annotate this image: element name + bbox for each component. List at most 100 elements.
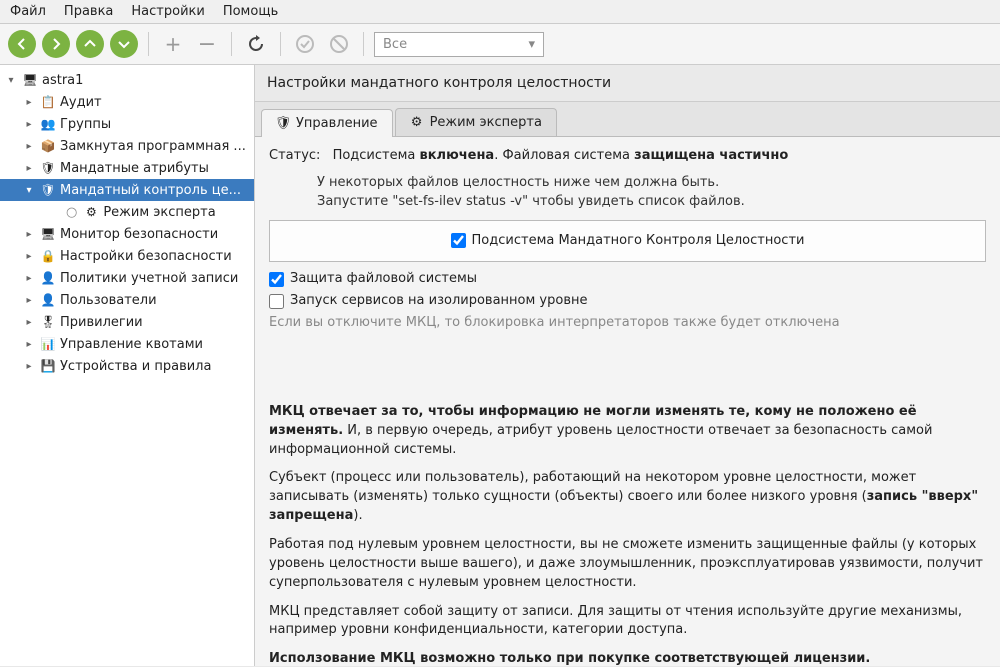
tree-item-label: Замкнутая программная ... [60,139,246,154]
checkbox-subsystem[interactable]: Подсистема Мандатного Контроля Целостнос… [280,232,975,251]
content-title: Настройки мандатного контроля целостност… [255,65,1000,102]
separator [280,32,281,56]
status-value: Подсистема включена. Файловая система за… [333,148,789,163]
tree-item[interactable]: ▸ 🖥 Монитор безопасности [0,223,254,245]
filter-dropdown-value: Все [383,37,407,52]
computer-icon: 🖥 [22,72,38,88]
chevron-down-icon: ▾ [528,37,535,52]
tree-item[interactable]: ▸ 💾 Устройства и правила [0,355,254,377]
refresh-button[interactable] [242,30,270,58]
checkbox-label: Защита файловой системы [290,270,477,289]
nav-forward-button[interactable] [42,30,70,58]
tree-item-icon: 💾 [40,358,56,374]
tree-item-label: Привилегии [60,315,143,330]
tab-label: Режим эксперта [430,115,542,130]
toolbar: + − Все ▾ [0,24,1000,65]
tree-item-icon: 📊 [40,336,56,352]
expander-icon[interactable]: ▾ [22,185,36,196]
checkbox-fs-protection[interactable]: Защита файловой системы [269,270,986,289]
tree-item-icon: 🖥 [40,226,56,242]
expander-icon[interactable]: ▸ [22,163,36,174]
separator [148,32,149,56]
tree-item-label: Монитор безопасности [60,227,218,242]
menu-settings[interactable]: Настройки [131,4,204,19]
checkbox-label: Запуск сервисов на изолированном уровне [290,292,587,311]
accept-button[interactable] [291,30,319,58]
expander-icon[interactable]: ▸ [22,97,36,108]
tab-expert[interactable]: ⚙ Режим эксперта [395,108,557,136]
tree-item-label: Пользователи [60,293,157,308]
checkbox-input[interactable] [269,294,284,309]
filter-dropdown[interactable]: Все ▾ [374,32,544,57]
tree-root-label: astra1 [42,73,83,88]
tree-item-icon: 👤 [40,292,56,308]
expander-icon[interactable]: ▸ [22,361,36,372]
nav-back-button[interactable] [8,30,36,58]
menu-file[interactable]: Файл [10,4,46,19]
expander-icon[interactable]: ▸ [22,229,36,240]
tree-item-icon: 📋 [40,94,56,110]
tree-item-icon: 👥 [40,116,56,132]
tree-item-label: Управление квотами [60,337,203,352]
expander-icon[interactable]: ▸ [22,317,36,328]
subsystem-box: Подсистема Мандатного Контроля Целостнос… [269,220,986,263]
menubar: Файл Правка Настройки Помощь [0,0,1000,24]
expander-icon[interactable]: ▸ [22,295,36,306]
checkbox-isolated-services[interactable]: Запуск сервисов на изолированном уровне [269,292,986,311]
tree-item-label: Аудит [60,95,102,110]
expander-icon[interactable]: ▸ [22,339,36,350]
expander-icon[interactable]: ▾ [4,75,18,86]
tree-item-icon: 🛡 [40,160,56,176]
cancel-button[interactable] [325,30,353,58]
tabs: 🛡 Управление ⚙ Режим эксперта [255,102,1000,137]
management-panel: Статус: Подсистема включена. Файловая си… [255,137,1000,666]
status-message: Запустите "set-fs-ilev status -v" чтобы … [317,193,986,212]
tree-panel: ▾ 🖥 astra1 ▸ 📋 Аудит ▸ 👥 Группы ▸ 📦 Замкнутая пр… [0,65,255,666]
separator [363,32,364,56]
tree-item-label: Устройства и правила [60,359,211,374]
nav-down-button[interactable] [110,30,138,58]
tree-item[interactable]: ○⚙Режим эксперта [0,201,254,223]
checkbox-input[interactable] [451,233,466,248]
menu-help[interactable]: Помощь [223,4,278,19]
tab-label: Управление [296,116,378,131]
tree-item[interactable]: ▸ 📦 Замкнутая программная ... [0,135,254,157]
description: МКЦ отвечает за то, чтобы информацию не … [269,403,986,666]
tree-item[interactable]: ▸ 📋 Аудит [0,91,254,113]
expander-icon[interactable]: ▸ [22,273,36,284]
tree-item[interactable]: ▾ 🛡 Мандатный контроль це... [0,179,254,201]
status-message: У некоторых файлов целостность ниже чем … [317,174,986,193]
tree-item-label: Политики учетной записи [60,271,238,286]
checkbox-label: Подсистема Мандатного Контроля Целостнос… [472,232,805,251]
hint-text: Если вы отключите МКЦ, то блокировка инт… [269,314,986,333]
tree-item[interactable]: ▸ 👤 Политики учетной записи [0,267,254,289]
tree-item-icon: 🔒 [40,248,56,264]
tab-management[interactable]: 🛡 Управление [261,109,393,137]
tree-item-icon: 📦 [40,138,56,154]
add-button[interactable]: + [159,30,187,58]
tree-item-label: Группы [60,117,111,132]
expander-icon[interactable]: ▸ [22,251,36,262]
expander-icon[interactable]: ▸ [22,141,36,152]
tree-item[interactable]: ▸ 📊 Управление квотами [0,333,254,355]
tree-item[interactable]: ▸ 👤 Пользователи [0,289,254,311]
checkbox-input[interactable] [269,272,284,287]
tree-item[interactable]: ▸🛡Мандатные атрибуты [0,157,254,179]
tree-item-icon: ⚙ [83,204,99,220]
shield-icon: 🛡 [276,117,290,131]
tree-item-icon: 🛡 [40,182,56,198]
expander-icon[interactable]: ▸ [22,119,36,130]
menu-edit[interactable]: Правка [64,4,113,19]
tree-item-label: Мандатный контроль це... [60,183,241,198]
tree-root[interactable]: ▾ 🖥 astra1 [0,69,254,91]
tree-item-icon: 🎖 [40,314,56,330]
tree-item[interactable]: ▸ 👥 Группы [0,113,254,135]
tree-item[interactable]: ▸ 🔒 Настройки безопасности [0,245,254,267]
tree-item-label: Режим эксперта [103,205,215,220]
status-label: Статус: [269,148,320,163]
remove-button[interactable]: − [193,30,221,58]
tree-item-icon: 👤 [40,270,56,286]
tree-item[interactable]: ▸ 🎖 Привилегии [0,311,254,333]
tree-item-label: Настройки безопасности [60,249,232,264]
nav-up-button[interactable] [76,30,104,58]
